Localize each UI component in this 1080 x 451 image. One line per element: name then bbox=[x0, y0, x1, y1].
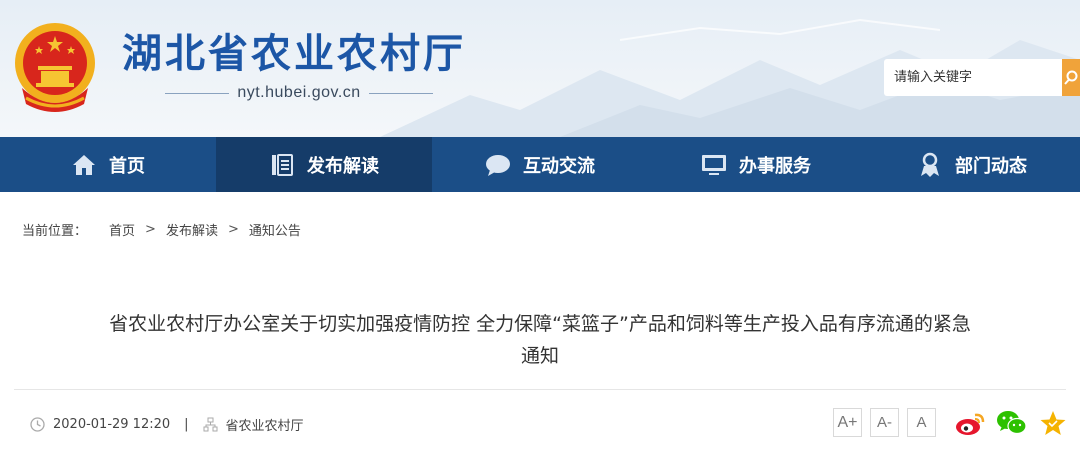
font-decrease-button[interactable]: A- bbox=[870, 408, 899, 437]
site-title[interactable]: 湖北省农业农村厅 bbox=[122, 30, 466, 78]
nav-item-label: 发布解读 bbox=[307, 155, 379, 177]
font-button-label: A+ bbox=[837, 413, 858, 431]
clock-icon bbox=[30, 416, 45, 432]
font-increase-button[interactable]: A+ bbox=[833, 408, 862, 437]
nav-item-interaction[interactable]: 互动交流 bbox=[432, 137, 648, 192]
national-emblem-icon bbox=[15, 23, 95, 112]
search-box bbox=[884, 59, 1064, 96]
divider-line bbox=[368, 92, 433, 94]
favorite-star-icon[interactable] bbox=[1037, 408, 1069, 438]
breadcrumb-link-home[interactable]: 首页 bbox=[109, 220, 135, 239]
font-size-controls: A+ A- A bbox=[833, 408, 944, 437]
chat-bubble-icon bbox=[485, 152, 511, 178]
nav-item-department-news[interactable]: 部门动态 bbox=[864, 137, 1080, 192]
article-title-line: 省农业农村厅办公室关于切实加强疫情防控 全力保障“菜篮子”产品和饲料等生产投入品… bbox=[109, 313, 971, 335]
nav-item-services[interactable]: 办事服务 bbox=[648, 137, 864, 192]
article-source: 省农业农村厅 bbox=[225, 418, 304, 434]
divider bbox=[14, 389, 1066, 390]
wechat-icon[interactable] bbox=[996, 408, 1028, 438]
breadcrumb-link-publish[interactable]: 发布解读 bbox=[166, 220, 218, 239]
nav-item-label: 办事服务 bbox=[739, 155, 811, 177]
site-header: 湖北省农业农村厅 nyt.hubei.gov.cn bbox=[0, 0, 1080, 137]
organization-icon bbox=[203, 417, 218, 432]
home-icon bbox=[71, 152, 97, 178]
breadcrumb: 当前位置： 首页 > 发布解读 > 通知公告 bbox=[22, 220, 301, 239]
badge-person-icon bbox=[917, 152, 943, 178]
share-bar bbox=[955, 408, 1078, 438]
publish-date: 2020-01-29 12:20 bbox=[53, 416, 171, 432]
site-domain: nyt.hubei.gov.cn bbox=[237, 84, 361, 101]
article-title: 省农业农村厅办公室关于切实加强疫情防控 全力保障“菜篮子”产品和饲料等生产投入品… bbox=[20, 308, 1060, 372]
font-button-label: A- bbox=[877, 414, 892, 431]
article-meta: 2020-01-29 12:20 | 省农业农村厅 bbox=[30, 414, 304, 434]
meta-separator: | bbox=[184, 416, 189, 432]
search-input[interactable] bbox=[884, 59, 1062, 96]
nav-item-home[interactable]: 首页 bbox=[0, 137, 216, 192]
nav-item-publish[interactable]: 发布解读 bbox=[216, 137, 432, 192]
divider-line bbox=[165, 92, 230, 94]
monitor-icon bbox=[701, 152, 727, 178]
weibo-icon[interactable] bbox=[955, 408, 987, 438]
font-reset-button[interactable]: A bbox=[907, 408, 936, 437]
document-icon bbox=[269, 152, 295, 178]
font-button-label: A bbox=[916, 414, 927, 431]
search-button[interactable] bbox=[1062, 59, 1080, 96]
breadcrumb-separator: > bbox=[227, 221, 239, 237]
breadcrumb-link-notices[interactable]: 通知公告 bbox=[249, 220, 301, 239]
site-domain-row: nyt.hubei.gov.cn bbox=[165, 82, 433, 104]
nav-item-label: 首页 bbox=[109, 155, 145, 177]
article-title-line: 通知 bbox=[520, 345, 559, 367]
nav-item-label: 互动交流 bbox=[523, 155, 595, 177]
nav-item-label: 部门动态 bbox=[955, 155, 1027, 177]
main-nav: 首页 发布解读 互动交流 办事服务 部门动态 bbox=[0, 137, 1080, 192]
search-icon bbox=[1064, 70, 1078, 85]
breadcrumb-separator: > bbox=[145, 221, 156, 237]
breadcrumb-label: 当前位置： bbox=[22, 223, 88, 239]
